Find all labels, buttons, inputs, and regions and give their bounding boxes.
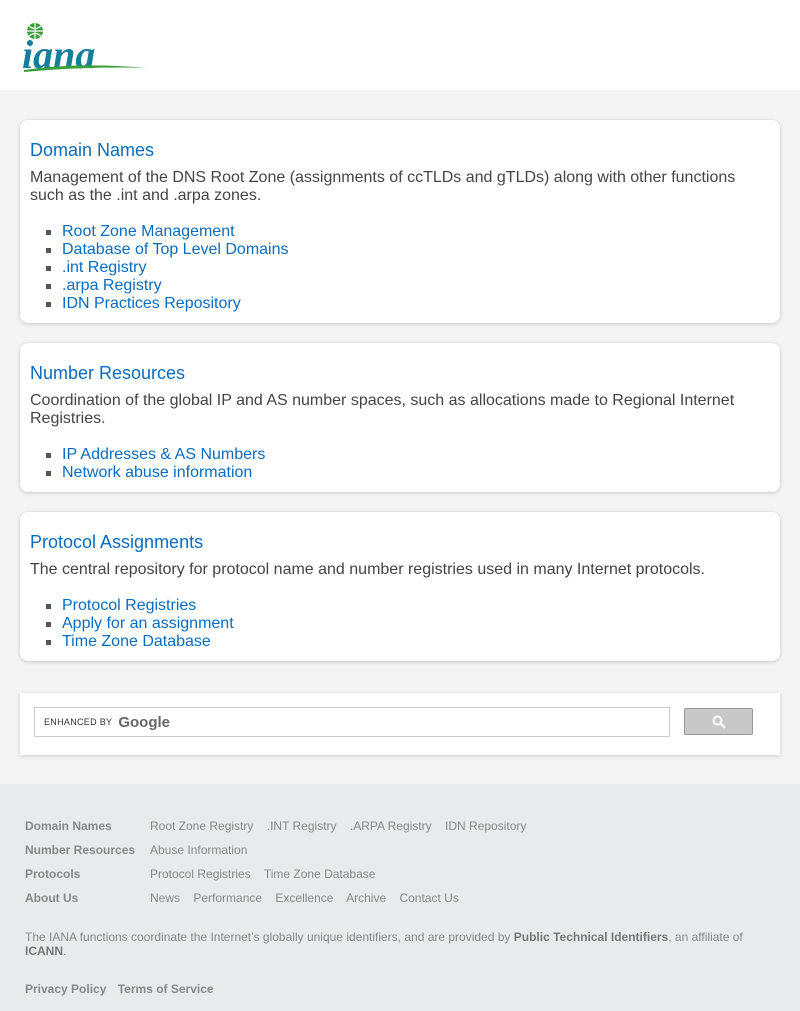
card-protocol-assignments: Protocol Assignments The central reposit… <box>20 512 780 661</box>
footer-row: Domain Names Root Zone Registry .INT Reg… <box>25 818 775 842</box>
list-item: Time Zone Database <box>30 633 770 651</box>
footer-link[interactable]: .ARPA Registry <box>350 819 432 833</box>
link-apply-assignment[interactable]: Apply for an assignment <box>62 615 234 632</box>
footer-link[interactable]: Archive <box>346 891 386 905</box>
footer-link[interactable]: .INT Registry <box>267 819 337 833</box>
card-title-link[interactable]: Domain Names <box>30 140 154 160</box>
footer-note-text: . <box>63 944 67 958</box>
footer-link[interactable]: Abuse Information <box>150 843 247 857</box>
card-title-link[interactable]: Protocol Assignments <box>30 532 203 552</box>
search-card: ENHANCED BY Google <box>20 693 780 755</box>
link-protocol-registries[interactable]: Protocol Registries <box>62 597 196 614</box>
search-input[interactable] <box>176 709 669 735</box>
footer-row: Number Resources Abuse Information <box>25 842 775 866</box>
link-arpa-registry[interactable]: .arpa Registry <box>62 277 162 294</box>
link-tld-database[interactable]: Database of Top Level Domains <box>62 241 289 258</box>
header: iana <box>0 0 800 90</box>
icann-link[interactable]: ICANN <box>25 944 63 958</box>
search-icon <box>712 715 726 729</box>
link-time-zone-database[interactable]: Time Zone Database <box>62 633 211 650</box>
card-domain-names: Domain Names Management of the DNS Root … <box>20 120 780 323</box>
card-description: Coordination of the global IP and AS num… <box>30 392 735 427</box>
footer-row: Protocols Protocol Registries Time Zone … <box>25 866 775 890</box>
search-box[interactable]: ENHANCED BY Google <box>34 707 670 737</box>
footer-link[interactable]: Contact Us <box>399 891 458 905</box>
list-item: IP Addresses & AS Numbers <box>30 446 770 464</box>
pti-link[interactable]: Public Technical Identifiers <box>514 930 668 944</box>
footer-link[interactable]: Root Zone Registry <box>150 819 253 833</box>
card-link-list: IP Addresses & AS Numbers Network abuse … <box>30 446 770 482</box>
list-item: .int Registry <box>30 259 770 277</box>
card-number-resources: Number Resources Coordination of the glo… <box>20 343 780 492</box>
link-network-abuse[interactable]: Network abuse information <box>62 464 252 481</box>
main: Domain Names Management of the DNS Root … <box>0 90 800 755</box>
google-brand: Google <box>118 713 170 731</box>
list-item: Root Zone Management <box>30 223 770 241</box>
footer-row: About Us News Performance Excellence Arc… <box>25 890 775 914</box>
terms-of-service-link[interactable]: Terms of Service <box>118 982 214 996</box>
link-ip-as-numbers[interactable]: IP Addresses & AS Numbers <box>62 446 265 463</box>
footer-link[interactable]: IDN Repository <box>445 819 526 833</box>
search-button[interactable] <box>684 708 753 735</box>
footer-link[interactable]: Time Zone Database <box>264 867 376 881</box>
list-item: Apply for an assignment <box>30 615 770 633</box>
footer-heading: Domain Names <box>25 819 112 833</box>
link-int-registry[interactable]: .int Registry <box>62 259 146 276</box>
list-item: IDN Practices Repository <box>30 295 770 313</box>
card-description: Management of the DNS Root Zone (assignm… <box>30 169 736 204</box>
footer-heading: Protocols <box>25 867 81 881</box>
footer-note-text: The IANA functions coordinate the Intern… <box>25 930 514 944</box>
card-link-list: Root Zone Management Database of Top Lev… <box>30 223 770 313</box>
card-description: The central repository for protocol name… <box>30 561 705 578</box>
card-title-link[interactable]: Number Resources <box>30 363 185 383</box>
iana-logo[interactable]: iana <box>20 20 148 77</box>
link-idn-repository[interactable]: IDN Practices Repository <box>62 295 241 312</box>
list-item: Protocol Registries <box>30 597 770 615</box>
footer-heading: Number Resources <box>25 843 136 857</box>
footer-link[interactable]: News <box>150 891 180 905</box>
footer-heading: About Us <box>25 891 79 905</box>
list-item: Database of Top Level Domains <box>30 241 770 259</box>
footer-legal: Privacy Policy Terms of Service <box>25 982 775 996</box>
footer: Domain Names Root Zone Registry .INT Reg… <box>0 784 800 1011</box>
list-item: Network abuse information <box>30 464 770 482</box>
list-item: .arpa Registry <box>30 277 770 295</box>
footer-link[interactable]: Excellence <box>275 891 333 905</box>
footer-note-text: , an affiliate of <box>668 930 743 944</box>
footer-note: The IANA functions coordinate the Intern… <box>25 930 775 958</box>
link-root-zone-management[interactable]: Root Zone Management <box>62 223 235 240</box>
footer-link[interactable]: Performance <box>193 891 262 905</box>
enhanced-by-label: ENHANCED BY <box>44 717 113 727</box>
footer-link[interactable]: Protocol Registries <box>150 867 251 881</box>
card-link-list: Protocol Registries Apply for an assignm… <box>30 597 770 651</box>
privacy-policy-link[interactable]: Privacy Policy <box>25 982 106 996</box>
